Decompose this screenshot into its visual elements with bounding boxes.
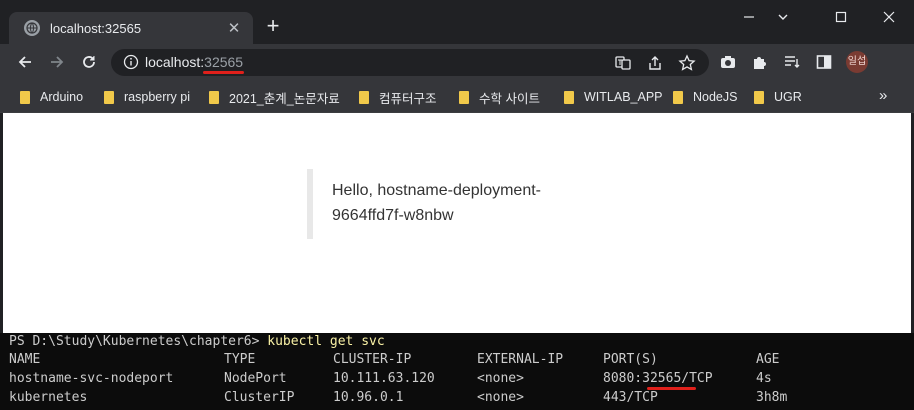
bookmark-label: NodeJS — [693, 90, 738, 104]
bookmarks-bar: Arduino raspberry pi 2021_춘계_논문자료 컴퓨터구조 … — [0, 81, 914, 113]
side-panel-icon[interactable] — [815, 53, 833, 71]
close-window-button[interactable] — [866, 6, 912, 28]
hostname-line-2: 9664ffd7f-w8nbw — [332, 207, 454, 224]
bookmark-computer-architecture[interactable]: 컴퓨터구조 — [359, 88, 437, 106]
folder-icon — [754, 90, 764, 104]
maximize-button[interactable] — [818, 6, 864, 28]
tab-title: localhost:32565 — [50, 20, 142, 36]
header-external-ip: EXTERNAL-IP — [477, 352, 564, 367]
new-tab-button[interactable]: + — [262, 15, 284, 38]
row2-age: 3h8m — [756, 390, 788, 405]
row2-external-ip: <none> — [477, 390, 524, 405]
url-port: 32565 — [204, 54, 244, 70]
row1-ports: 8080:32565/TCP — [603, 371, 713, 386]
folder-icon — [209, 90, 219, 104]
back-button[interactable] — [13, 50, 37, 74]
terminal-prompt-line: PS D:\Study\Kubernetes\chapter6> kubectl… — [9, 333, 385, 351]
forward-button[interactable] — [45, 50, 69, 74]
bookmark-label: 2021_춘계_논문자료 — [229, 91, 340, 106]
folder-icon — [459, 90, 469, 104]
profile-avatar[interactable]: 일섭 — [846, 51, 868, 73]
tab-localhost[interactable]: localhost:32565 ✕ — [9, 12, 253, 44]
star-icon[interactable] — [678, 54, 696, 72]
bookmark-nodejs[interactable]: NodeJS — [673, 88, 737, 106]
folder-icon — [20, 90, 30, 104]
reload-button[interactable] — [77, 50, 101, 74]
url-text[interactable]: localhost:32565 — [145, 54, 243, 70]
bookmark-witlab-app[interactable]: WITLAB_APP — [564, 88, 663, 106]
row1-type: NodePort — [224, 371, 287, 386]
header-type: TYPE — [224, 352, 256, 367]
row2-name: kubernetes — [9, 390, 88, 405]
camera-icon[interactable] — [719, 53, 737, 71]
globe-icon — [24, 20, 40, 36]
bookmark-raspberry-pi[interactable]: raspberry pi — [104, 88, 190, 106]
tab-close-icon[interactable]: ✕ — [224, 19, 244, 37]
bookmark-arduino[interactable]: Arduino — [20, 88, 83, 106]
terminal-prompt: PS D:\Study\Kubernetes\chapter6> — [9, 334, 268, 349]
share-icon[interactable] — [646, 54, 664, 72]
terminal-panel: PS D:\Study\Kubernetes\chapter6> kubectl… — [0, 333, 914, 410]
header-cluster-ip: CLUSTER-IP — [333, 352, 412, 367]
address-bar[interactable]: localhost:32565 — [111, 49, 709, 76]
row2-type: ClusterIP — [224, 390, 295, 405]
row1-name: hostname-svc-nodeport — [9, 371, 174, 386]
header-age: AGE — [756, 352, 780, 367]
url-host: localhost: — [145, 54, 205, 70]
browser-window: localhost:32565 ✕ + localhost:32565 일섭 A… — [0, 0, 914, 333]
bookmarks-overflow-button[interactable]: » — [879, 87, 887, 104]
bookmark-math-sites[interactable]: 수학 사이트 — [459, 88, 540, 106]
row1-cluster-ip: 10.111.63.120 — [333, 371, 435, 386]
port-underline-mark — [203, 71, 244, 74]
bookmark-2021-papers[interactable]: 2021_춘계_논문자료 — [209, 88, 340, 106]
bookmark-ugr[interactable]: UGR — [754, 88, 802, 106]
row2-cluster-ip: 10.96.0.1 — [333, 390, 404, 405]
hostname-blockquote: Hello, hostname-deployment- 9664ffd7f-w8… — [307, 169, 577, 239]
bookmark-label: WITLAB_APP — [584, 90, 663, 104]
chevron-down-icon[interactable] — [772, 6, 794, 28]
bookmark-label: UGR — [774, 90, 802, 104]
terminal-command: kubectl get svc — [267, 334, 385, 349]
folder-icon — [104, 90, 114, 104]
bookmark-label: 수학 사이트 — [479, 91, 540, 106]
folder-icon — [673, 90, 683, 104]
translate-icon[interactable] — [614, 54, 632, 72]
extensions-icon[interactable] — [751, 53, 769, 71]
header-name: NAME — [9, 352, 41, 367]
row1-age: 4s — [756, 371, 772, 386]
row2-ports: 443/TCP — [603, 390, 658, 405]
bookmark-label: Arduino — [40, 90, 84, 104]
page-content: Hello, hostname-deployment- 9664ffd7f-w8… — [3, 113, 911, 333]
row1-external-ip: <none> — [477, 371, 524, 386]
header-ports: PORT(S) — [603, 352, 658, 367]
hostname-line-1: Hello, hostname-deployment- — [332, 182, 541, 199]
reading-list-icon[interactable] — [783, 53, 801, 71]
bookmark-label: raspberry pi — [124, 90, 190, 104]
browser-toolbar: localhost:32565 일섭 — [0, 44, 914, 81]
folder-icon — [359, 90, 369, 104]
info-icon[interactable] — [123, 54, 139, 70]
bookmark-label: 컴퓨터구조 — [379, 91, 437, 106]
minimize-button[interactable] — [726, 6, 772, 28]
folder-icon — [564, 90, 574, 104]
